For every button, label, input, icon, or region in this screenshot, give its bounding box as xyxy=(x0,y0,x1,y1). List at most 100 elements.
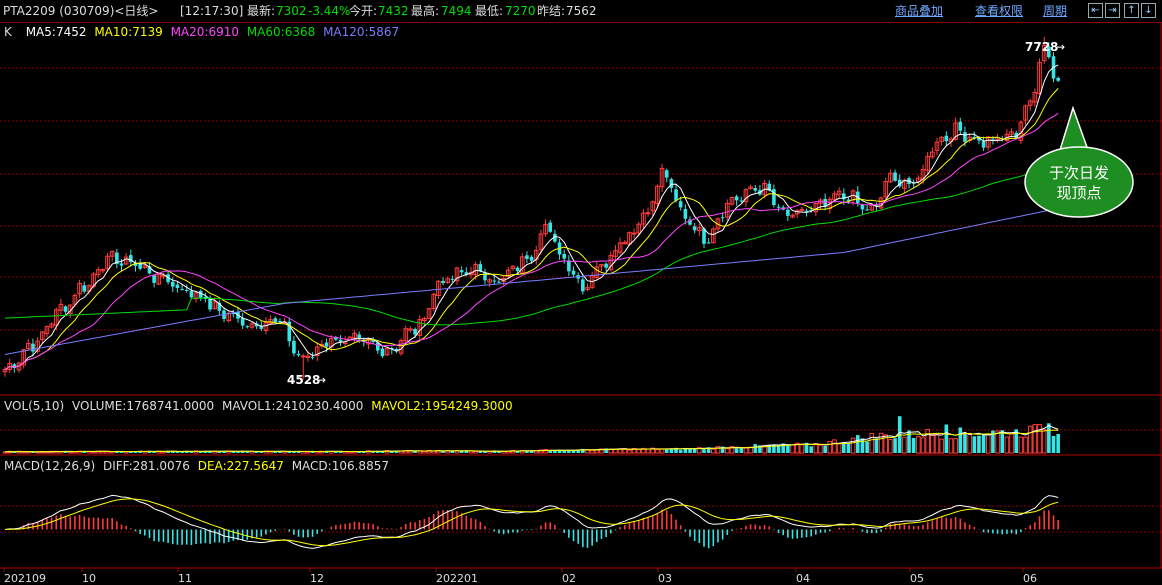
candle-body-down xyxy=(175,284,180,289)
volume-bar-down xyxy=(977,435,981,453)
volume-bar-up xyxy=(813,443,819,454)
candle-body-down xyxy=(664,170,669,178)
candle-body-down xyxy=(674,189,678,201)
volume-bar-down xyxy=(1000,430,1005,453)
candle-body-down xyxy=(245,326,250,328)
volume-bar-up xyxy=(1009,433,1014,454)
volume-bar-down xyxy=(1047,423,1051,453)
annotations: 7728 → 4528 → 于次日发 现顶点 xyxy=(287,40,1134,387)
x-axis-label: 11 xyxy=(178,572,192,585)
candle-body-down xyxy=(739,200,744,202)
kline-chart[interactable]: 7728 → 4528 → 于次日发 现顶点 202109 10 11 12 20220… xyxy=(0,0,1162,585)
volume-bar-down xyxy=(254,451,259,453)
grid-lines xyxy=(0,22,1162,569)
volume-bar-down xyxy=(1051,436,1056,453)
x-axis-label: 10 xyxy=(82,572,96,585)
candle-body-down xyxy=(734,196,739,201)
volume-bar-down xyxy=(972,436,977,453)
volume-bar-up xyxy=(948,438,954,454)
volume-bar-down xyxy=(739,447,744,453)
volume-bar-down xyxy=(911,437,916,453)
candle-body-up xyxy=(799,208,805,211)
volume-bar-up xyxy=(916,436,921,454)
candle-body-down xyxy=(720,217,725,219)
volume-bar-down xyxy=(702,449,706,453)
candle-body-down xyxy=(981,141,986,148)
top-callout: 于次日发 现顶点 xyxy=(1024,105,1134,218)
volume-bar-up xyxy=(836,443,842,454)
volume-bar-down xyxy=(846,443,851,453)
volume-bar-up xyxy=(995,430,1000,454)
candle-body-down xyxy=(170,281,175,287)
volume-bar-down xyxy=(893,438,897,453)
volume-bar-down xyxy=(809,446,813,453)
ma10-line xyxy=(4,88,1059,371)
volume-bar-up xyxy=(711,448,716,454)
volume-bar-up xyxy=(920,437,926,454)
candle-body-down xyxy=(310,356,315,358)
callout-line-2: 现顶点 xyxy=(1056,184,1101,202)
volume-bar-up xyxy=(850,437,856,454)
candle-body-up xyxy=(645,212,651,215)
volume-bar-up xyxy=(869,432,875,454)
volume-bar-down xyxy=(236,451,240,453)
candle-body-down xyxy=(497,281,501,283)
ma5-line xyxy=(4,64,1059,371)
candle-body-down xyxy=(865,209,869,211)
candle-body-down xyxy=(678,201,683,208)
volume-bar-down xyxy=(175,451,180,453)
candle-body-down xyxy=(944,135,949,142)
volume-bar-down xyxy=(753,444,758,453)
candle-body-down xyxy=(548,222,553,232)
candle-body-down xyxy=(963,132,967,142)
candle-body-down xyxy=(893,172,897,181)
high-price-label: 7728 xyxy=(1025,40,1058,54)
volume-bar-down xyxy=(688,448,692,453)
x-axis-label: 202201 xyxy=(436,572,478,585)
ma20-line xyxy=(4,112,1059,371)
x-axis-label: 12 xyxy=(310,572,324,585)
x-axis-label: 04 xyxy=(796,572,810,585)
volume-bar-down xyxy=(734,448,739,453)
volume-bar-up xyxy=(1018,436,1024,454)
candle-body-down xyxy=(776,206,781,208)
volume-bar-down xyxy=(441,451,445,453)
candle-body-down xyxy=(706,242,711,244)
volume-bar-up xyxy=(91,451,96,454)
volume-bar-down xyxy=(553,451,557,453)
volume-bar-up xyxy=(799,443,805,454)
candle-body-down xyxy=(413,328,417,335)
volume-bar-down xyxy=(981,433,986,453)
candle-body-down xyxy=(683,209,688,219)
candle-body-down xyxy=(380,348,385,357)
candle-body-down xyxy=(450,278,455,280)
candle-body-down xyxy=(804,210,809,212)
volume-bar-up xyxy=(1037,424,1042,454)
candle-body-down xyxy=(152,275,156,283)
high-arrow: → xyxy=(1055,40,1065,54)
candle-body-down xyxy=(63,306,68,312)
candle-body-down xyxy=(82,285,87,292)
candle-body-down xyxy=(119,263,124,266)
candle-body-down xyxy=(1056,77,1060,81)
volume-bar-up xyxy=(1004,436,1010,454)
volume-bar-up xyxy=(790,444,795,454)
volume-bar-up xyxy=(725,448,730,454)
volume-bar-up xyxy=(953,438,958,454)
volume-bar-up xyxy=(422,450,427,454)
candle-body-up xyxy=(631,232,637,235)
volume-bar-up xyxy=(627,449,632,454)
volume-bar-up xyxy=(1023,436,1028,454)
candle-body-down xyxy=(786,209,790,216)
volume-bar-up xyxy=(888,439,893,454)
candle-body-down xyxy=(278,320,282,323)
x-axis-labels: 202109 10 11 12 202201 02 03 04 05 06 xyxy=(3,568,1037,585)
candle-body-down xyxy=(296,353,301,356)
volume-bar-down xyxy=(786,445,790,453)
candle-body-down xyxy=(324,342,329,347)
volume-bar-down xyxy=(823,445,827,453)
volume-bar-down xyxy=(413,451,417,453)
low-arrow: → xyxy=(316,373,326,387)
candle-body-down xyxy=(991,138,995,140)
volume-bar-up xyxy=(818,444,823,454)
